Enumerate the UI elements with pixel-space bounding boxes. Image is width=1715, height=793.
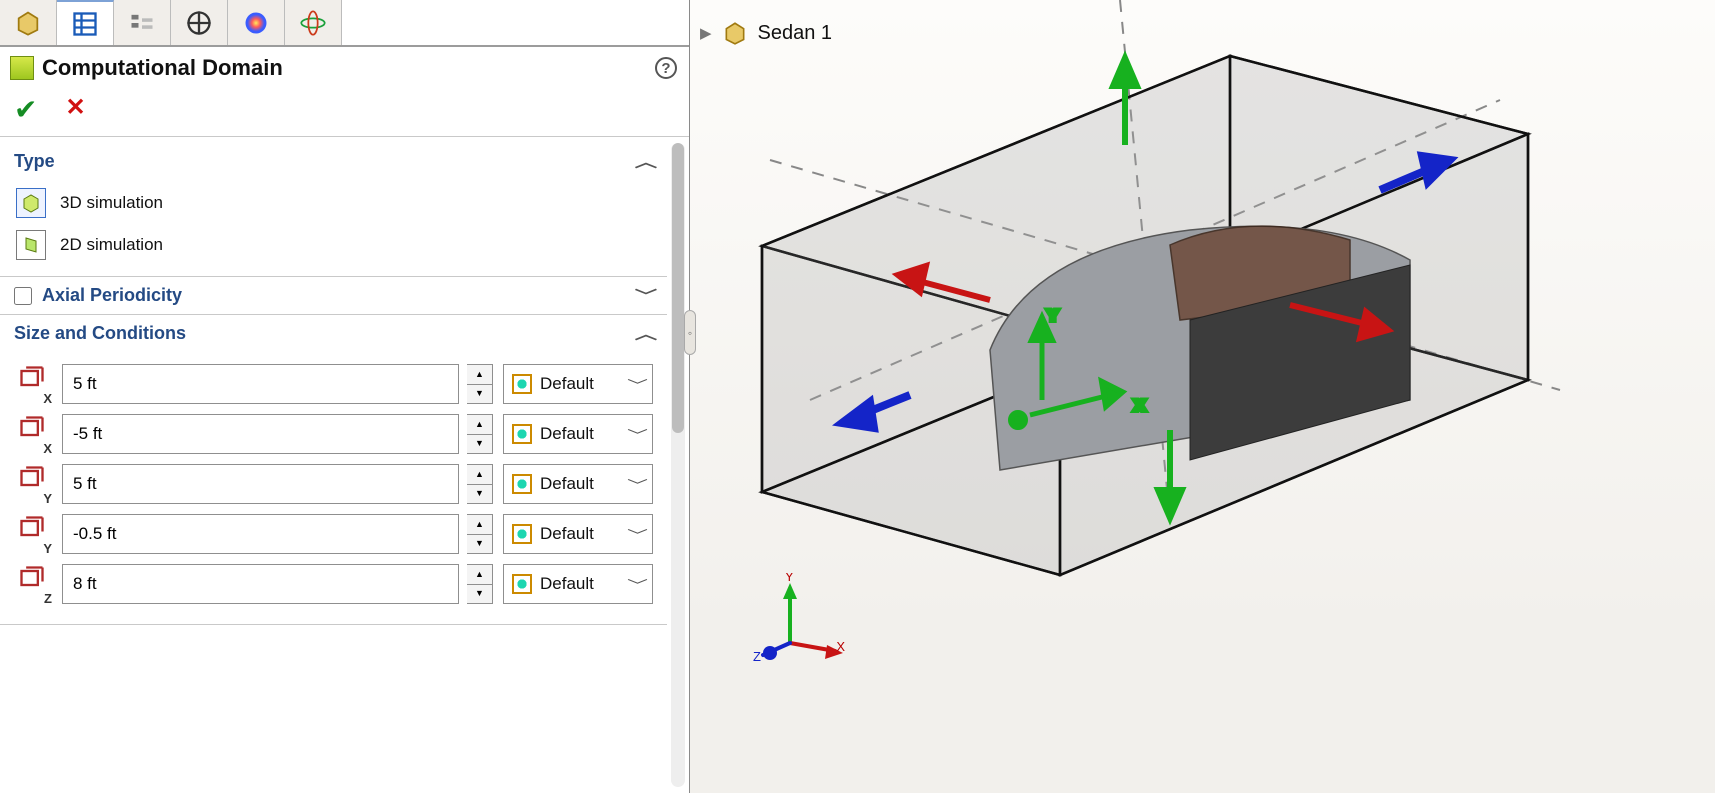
spinner-up[interactable]: ▲: [467, 365, 492, 385]
axis-x-icon: X: [14, 414, 54, 454]
dimension-input-x-min[interactable]: [62, 414, 459, 454]
dimension-input-y-min[interactable]: [62, 514, 459, 554]
svg-text:X: X: [1135, 397, 1145, 413]
boundary-dropdown-z-max[interactable]: Default﹀: [503, 564, 653, 604]
chevron-down-icon: ﹀: [627, 575, 648, 594]
spinner-up[interactable]: ▲: [467, 415, 492, 435]
spinner-down[interactable]: ▼: [467, 585, 492, 604]
spinner-down[interactable]: ▼: [467, 535, 492, 554]
tab-configuration-manager[interactable]: [114, 0, 171, 45]
boundary-icon: [512, 424, 532, 444]
chevron-down-icon: ﹀: [627, 525, 648, 544]
boundary-dropdown-x-min[interactable]: Default﹀: [503, 414, 653, 454]
chevron-up-icon: ︿: [635, 324, 657, 344]
spinner-up[interactable]: ▲: [467, 565, 492, 585]
dimension-input-y-max[interactable]: [62, 464, 459, 504]
ok-button[interactable]: ✔: [14, 93, 37, 126]
svg-text:Y: Y: [1048, 307, 1058, 323]
section-size-header[interactable]: Size and Conditions ︿: [0, 315, 667, 352]
spinner-down[interactable]: ▼: [467, 385, 492, 404]
dimension-input-x-max[interactable]: [62, 364, 459, 404]
tab-dimxpert[interactable]: [171, 0, 228, 45]
panel-title: Computational Domain: [42, 55, 283, 81]
tab-property-manager[interactable]: [57, 0, 114, 45]
tab-feature-manager[interactable]: [0, 0, 57, 45]
axis-y-icon: Y: [14, 514, 54, 554]
section-type-label: Type: [14, 151, 55, 172]
dimension-row-x-min: X▲▼Default﹀: [14, 414, 653, 454]
spinner-down[interactable]: ▼: [467, 485, 492, 504]
cube-3d-icon: [16, 188, 46, 218]
chevron-down-icon: ﹀: [627, 425, 648, 444]
spinner-up[interactable]: ▲: [467, 515, 492, 535]
section-size-label: Size and Conditions: [14, 323, 186, 344]
boundary-dropdown-y-min[interactable]: Default﹀: [503, 514, 653, 554]
spinner-up[interactable]: ▲: [467, 465, 492, 485]
section-type-header[interactable]: Type ︿: [0, 143, 667, 180]
tab-flow-sim[interactable]: [285, 0, 342, 45]
axis-z-icon: Z: [14, 564, 54, 604]
dimension-row-y-max: Y▲▼Default﹀: [14, 464, 653, 504]
spinner-down[interactable]: ▼: [467, 435, 492, 454]
scrollbar-thumb[interactable]: [672, 143, 684, 433]
boundary-label: Default: [540, 474, 623, 494]
computational-domain-icon: [10, 56, 34, 80]
graphics-viewport[interactable]: ◦ ▶ Sedan 1: [690, 0, 1715, 793]
spinner-x-min: ▲▼: [467, 414, 493, 454]
panel-tabstrip: [0, 0, 689, 47]
option-3d-label: 3D simulation: [60, 193, 163, 213]
cancel-button[interactable]: ✕: [65, 93, 85, 126]
triad-z-label: Z: [753, 649, 761, 664]
dimension-row-x-max: X▲▼Default﹀: [14, 364, 653, 404]
boundary-dropdown-y-max[interactable]: Default﹀: [503, 464, 653, 504]
boundary-icon: [512, 474, 532, 494]
chevron-up-icon: ︿: [635, 152, 657, 172]
spinner-y-max: ▲▼: [467, 464, 493, 504]
plane-2d-icon: [16, 230, 46, 260]
axis-y-icon: Y: [14, 464, 54, 504]
chevron-down-icon: ﹀: [635, 286, 657, 306]
triad-y-label: Y: [785, 573, 794, 584]
help-button[interactable]: ?: [655, 57, 677, 79]
boundary-label: Default: [540, 574, 623, 594]
boundary-label: Default: [540, 374, 623, 394]
dimension-row-y-min: Y▲▼Default﹀: [14, 514, 653, 554]
spinner-z-max: ▲▼: [467, 564, 493, 604]
panel-scrollbar[interactable]: [671, 143, 685, 787]
chevron-down-icon: ﹀: [627, 375, 648, 394]
boundary-label: Default: [540, 424, 623, 444]
spinner-x-max: ▲▼: [467, 364, 493, 404]
boundary-icon: [512, 374, 532, 394]
boundary-dropdown-x-max[interactable]: Default﹀: [503, 364, 653, 404]
section-axial-periodicity[interactable]: Axial Periodicity ﹀: [0, 277, 667, 315]
axis-x-icon: X: [14, 364, 54, 404]
orientation-triad[interactable]: Y X Z: [735, 573, 845, 683]
property-panel: Computational Domain ? ✔ ✕ Type ︿: [0, 0, 690, 793]
option-3d-simulation[interactable]: 3D simulation: [14, 182, 653, 224]
chevron-down-icon: ﹀: [627, 475, 648, 494]
boundary-icon: [512, 574, 532, 594]
tab-appearance[interactable]: [228, 0, 285, 45]
axial-periodicity-checkbox[interactable]: [14, 287, 32, 305]
option-2d-simulation[interactable]: 2D simulation: [14, 224, 653, 266]
dimension-row-z-max: Z▲▼Default﹀: [14, 564, 653, 604]
triad-x-label: X: [836, 639, 845, 654]
axial-periodicity-label: Axial Periodicity: [42, 285, 182, 306]
spinner-y-min: ▲▼: [467, 514, 493, 554]
option-2d-label: 2D simulation: [60, 235, 163, 255]
boundary-label: Default: [540, 524, 623, 544]
boundary-icon: [512, 524, 532, 544]
dimension-input-z-max[interactable]: [62, 564, 459, 604]
